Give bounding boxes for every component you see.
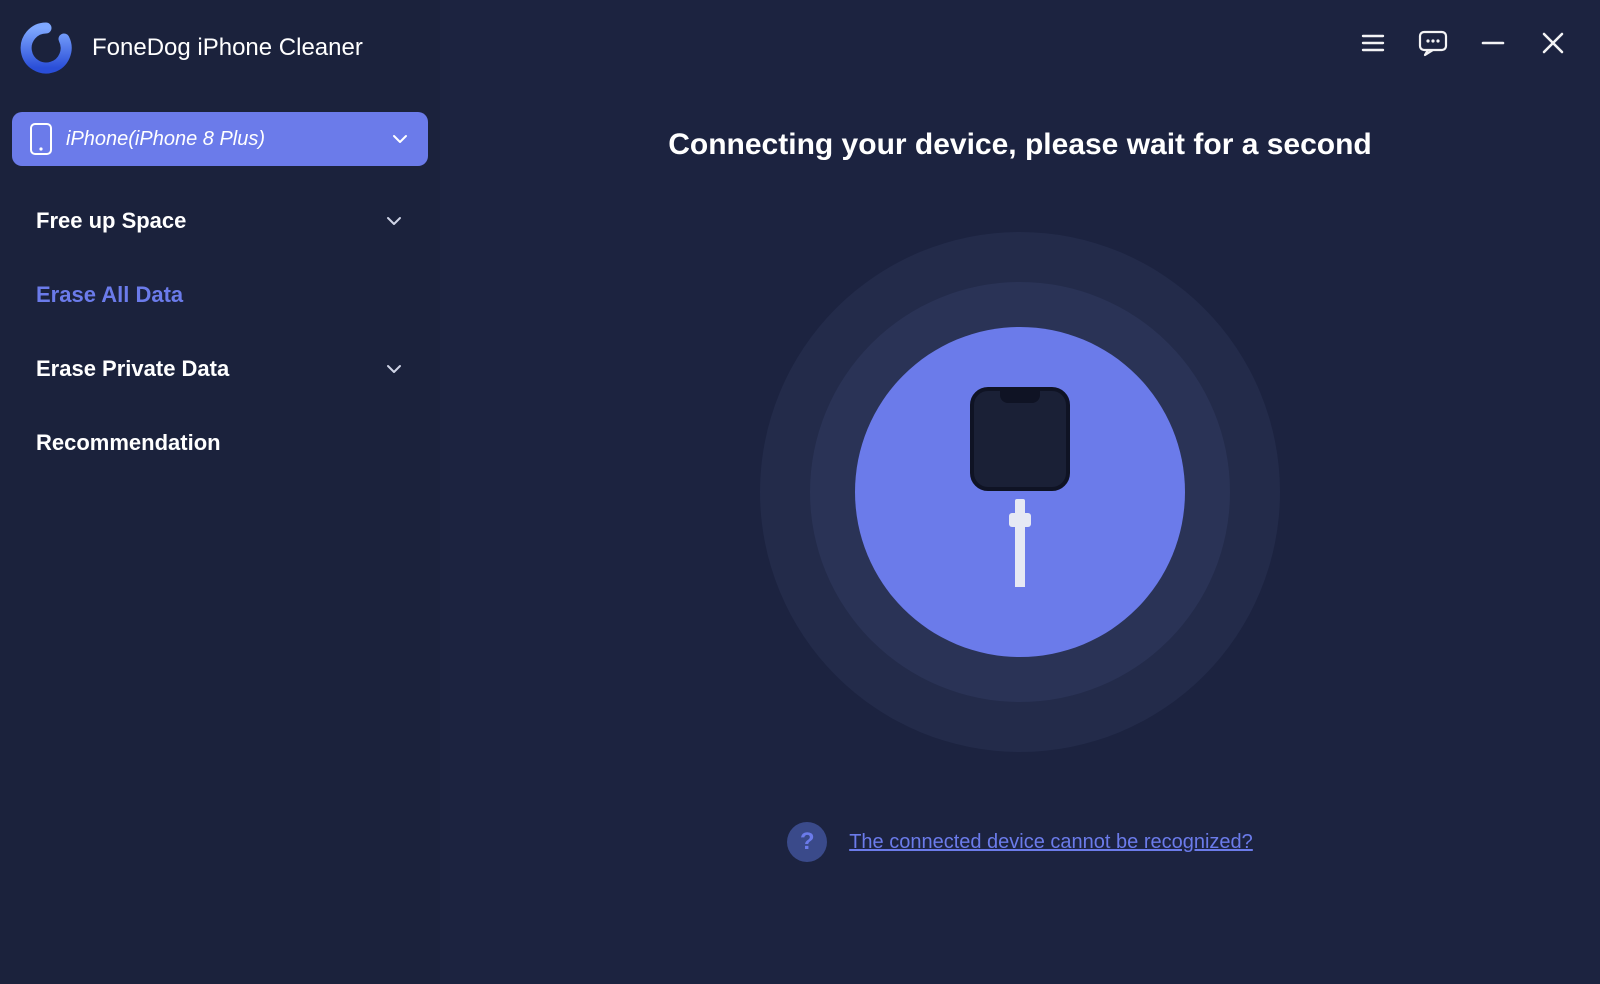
connecting-illustration: [760, 232, 1280, 752]
nav-label: Recommendation: [36, 430, 221, 456]
nav-erase-all-data[interactable]: Erase All Data: [18, 258, 422, 332]
nav-label: Free up Space: [36, 208, 186, 234]
brand-logo-icon: [20, 22, 72, 74]
minimize-button[interactable]: [1476, 26, 1510, 60]
close-icon: [1540, 30, 1566, 56]
status-headline: Connecting your device, please wait for …: [668, 128, 1372, 162]
phone-illustration: [968, 387, 1072, 587]
sidebar: FoneDog iPhone Cleaner iPhone(iPhone 8 P…: [0, 0, 440, 984]
nav-label: Erase Private Data: [36, 356, 229, 382]
nav-free-up-space[interactable]: Free up Space: [18, 184, 422, 258]
minimize-icon: [1480, 30, 1506, 56]
main-panel: Connecting your device, please wait for …: [440, 0, 1600, 984]
phone-icon: [30, 123, 52, 155]
app-title: FoneDog iPhone Cleaner: [92, 34, 363, 62]
nav-erase-private-data[interactable]: Erase Private Data: [18, 332, 422, 406]
feedback-icon: [1418, 29, 1448, 57]
device-selector[interactable]: iPhone(iPhone 8 Plus): [12, 112, 428, 166]
help-link[interactable]: The connected device cannot be recognize…: [849, 831, 1253, 854]
nav-label: Erase All Data: [36, 282, 183, 308]
device-label: iPhone(iPhone 8 Plus): [66, 128, 265, 151]
brand: FoneDog iPhone Cleaner: [0, 22, 440, 104]
lightning-plug-icon: [1009, 499, 1031, 587]
feedback-button[interactable]: [1416, 26, 1450, 60]
sidebar-nav: Free up Space Erase All Data Erase Priva…: [0, 184, 440, 480]
help-row: ? The connected device cannot be recogni…: [787, 822, 1253, 862]
window-controls: [1356, 26, 1570, 60]
chevron-down-icon: [390, 129, 410, 149]
menu-button[interactable]: [1356, 26, 1390, 60]
help-icon: ?: [787, 822, 827, 862]
chevron-down-icon: [384, 359, 404, 379]
nav-recommendation[interactable]: Recommendation: [18, 406, 422, 480]
phone-body: [970, 387, 1070, 491]
app-window: FoneDog iPhone Cleaner iPhone(iPhone 8 P…: [0, 0, 1600, 984]
close-button[interactable]: [1536, 26, 1570, 60]
menu-icon: [1359, 29, 1387, 57]
chevron-down-icon: [384, 211, 404, 231]
phone-notch: [1000, 391, 1040, 403]
